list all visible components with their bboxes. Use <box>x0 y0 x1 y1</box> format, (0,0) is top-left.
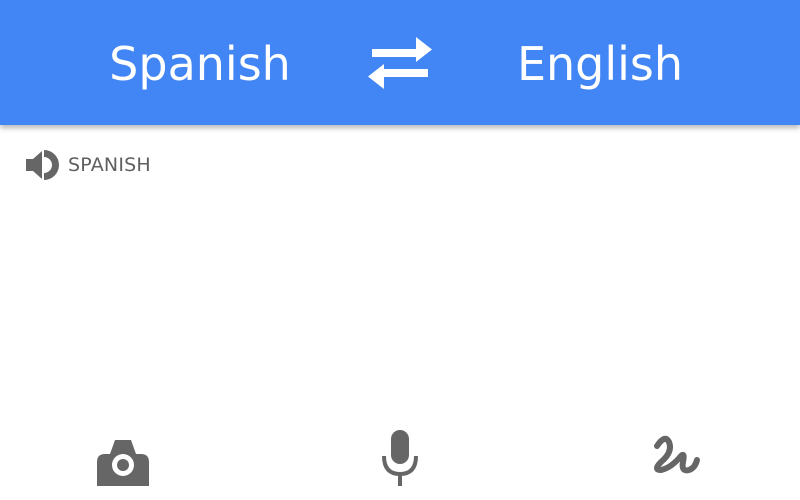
target-language-button[interactable]: English <box>470 36 730 92</box>
source-language-button[interactable]: Spanish <box>70 36 330 92</box>
input-language-text: SPANISH <box>68 154 151 176</box>
translation-input-area[interactable] <box>0 200 800 410</box>
swap-languages-button[interactable] <box>360 32 440 92</box>
handwriting-icon <box>643 426 707 486</box>
input-language-label: SPANISH <box>24 148 151 182</box>
camera-button[interactable] <box>91 426 155 486</box>
swap-arrows-icon <box>360 32 440 92</box>
language-bar: Spanish English <box>0 0 800 125</box>
microphone-button[interactable] <box>368 426 432 486</box>
microphone-icon <box>368 426 432 486</box>
speaker-icon[interactable] <box>24 148 62 182</box>
handwriting-button[interactable] <box>643 426 707 486</box>
camera-icon <box>91 426 155 486</box>
